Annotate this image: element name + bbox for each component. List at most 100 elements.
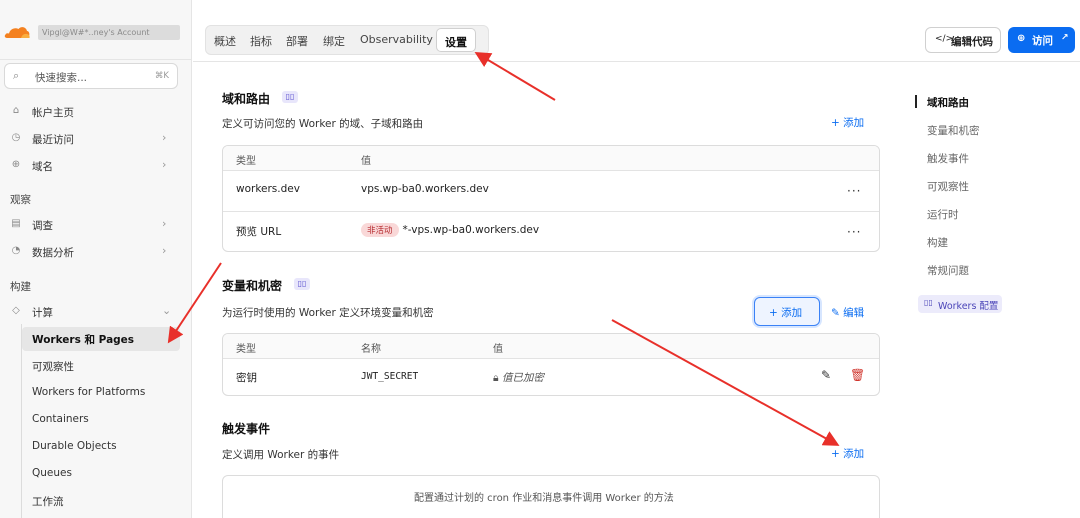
sidebar-item-recent[interactable]: ◷ 最近访问 › <box>0 128 180 150</box>
sidebar-item-investigate[interactable]: ▤ 调查 › <box>0 214 180 236</box>
section-title-variables: 变量和机密 <box>222 279 283 293</box>
column-header: 值 <box>493 344 503 355</box>
edit-label: 编辑 <box>843 307 865 319</box>
column-header: 类型 <box>236 156 256 167</box>
compute-icon: ◇ <box>12 305 20 316</box>
column-header: 类型 <box>236 344 256 355</box>
row-type: 预览 URL <box>236 226 282 238</box>
tab-bindings[interactable]: 绑定 <box>323 33 345 49</box>
docs-icon[interactable]: ▯▯ <box>294 278 310 290</box>
pencil-icon[interactable]: ✎ <box>821 368 831 382</box>
more-options-icon[interactable]: ··· <box>847 225 861 239</box>
search-shortcut: ⌘K <box>154 71 169 81</box>
analytics-icon: ◔ <box>11 245 21 256</box>
toc-active-indicator <box>915 95 917 108</box>
tab-settings[interactable]: 设置 <box>436 28 476 52</box>
chevron-right-icon: › <box>162 131 167 144</box>
tab-metrics[interactable]: 指标 <box>250 33 272 49</box>
row-type: workers.dev <box>236 183 300 195</box>
triggers-empty-state: 配置通过计划的 cron 作业和消息事件调用 Worker 的方法 <box>222 475 880 518</box>
globe-icon: ⊕ <box>1017 33 1026 44</box>
account-name: Vipgl@W#*..ney's Account <box>38 25 180 40</box>
sidebar-subitem-durable-objects[interactable]: Durable Objects <box>22 435 180 459</box>
section-label-build: 构建 <box>10 281 31 293</box>
search-input[interactable]: ⌕ 快速搜索... ⌘K <box>4 63 178 89</box>
workers-config-link[interactable]: ▯▯ Workers 配置 <box>918 295 1002 313</box>
chevron-down-icon: ⌄ <box>162 304 172 317</box>
more-options-icon[interactable]: ··· <box>847 184 861 198</box>
investigate-icon: ▤ <box>11 218 21 229</box>
row-value: 值已加密 <box>501 372 544 384</box>
sidebar-item-analytics[interactable]: ◔ 数据分析 › <box>0 241 180 263</box>
toc-item-triggers[interactable]: 触发事件 <box>927 151 969 166</box>
section-title-domains: 域和路由 <box>222 92 271 106</box>
table-header: 类型 值 <box>223 146 879 170</box>
variables-table: 类型 名称 值 密钥 JWT_SECRET 🔒︎ 值已加密 ✎ 🗑︎ <box>222 333 880 396</box>
subitem-label: 可观察性 <box>32 361 74 373</box>
lock-icon: 🔒︎ <box>493 372 502 384</box>
row-value: *-vps.wp-ba0.workers.dev <box>402 224 540 236</box>
visit-label: 访问 <box>1032 35 1053 47</box>
tab-observability[interactable]: Observability <box>360 33 433 46</box>
toc-item-build[interactable]: 构建 <box>927 235 948 250</box>
sidebar: Vipgl@W#*..ney's Account ⌕ 快速搜索... ⌘K ⌂ … <box>0 0 192 518</box>
workers-config-label: Workers 配置 <box>938 301 999 312</box>
sidebar-subitem-workers-pages[interactable]: Workers 和 Pages <box>22 327 180 351</box>
docs-icon: ▯▯ <box>924 298 933 307</box>
row-value: vps.wp-ba0.workers.dev <box>361 183 489 195</box>
search-icon: ⌕ <box>13 69 20 82</box>
sidebar-subitem-observability[interactable]: 可观察性 <box>22 354 180 378</box>
sidebar-item-label: 调查 <box>32 220 53 232</box>
sidebar-item-label: 最近访问 <box>32 134 74 146</box>
section-desc-variables: 为运行时使用的 Worker 定义环境变量和机密 <box>222 307 434 319</box>
subitem-label: Workers 和 Pages <box>32 334 135 346</box>
toc-item-variables[interactable]: 变量和机密 <box>927 123 980 138</box>
inactive-badge: 非活动 <box>361 223 399 237</box>
sidebar-subitem-queues[interactable]: Queues <box>22 462 180 486</box>
subitem-label: Durable Objects <box>32 440 117 452</box>
toc-item-runtime[interactable]: 运行时 <box>927 207 959 222</box>
search-placeholder: 快速搜索... <box>35 72 88 84</box>
sidebar-subitem-workflows[interactable]: 工作流 <box>22 489 180 513</box>
visit-button[interactable]: ⊕ 访问 ↗ <box>1008 27 1075 53</box>
tab-overview[interactable]: 概述 <box>214 33 236 49</box>
sidebar-subitem-containers[interactable]: Containers <box>22 408 180 432</box>
sidebar-item-compute[interactable]: ◇ 计算 ⌄ <box>0 301 180 323</box>
docs-icon[interactable]: ▯▯ <box>282 91 298 103</box>
toc-item-observability[interactable]: 可观察性 <box>927 179 969 194</box>
sidebar-subitem-workers-for-platforms[interactable]: Workers for Platforms <box>22 381 180 405</box>
chevron-right-icon: › <box>162 244 167 257</box>
column-header: 名称 <box>361 344 381 355</box>
row-type: 密钥 <box>236 372 257 384</box>
column-header: 值 <box>361 156 371 167</box>
row-value-wrap: 🔒︎ 值已加密 <box>493 370 544 385</box>
subitem-label: Containers <box>32 413 89 425</box>
home-icon: ⌂ <box>12 105 20 116</box>
empty-state-text: 配置通过计划的 cron 作业和消息事件调用 Worker 的方法 <box>414 493 674 504</box>
edit-code-label: 编辑代码 <box>951 36 993 48</box>
toc-item-domains[interactable]: 域和路由 <box>927 95 969 110</box>
subitem-label: Queues <box>32 467 72 479</box>
table-row: workers.dev vps.wp-ba0.workers.dev ··· <box>223 170 879 211</box>
toc-item-general[interactable]: 常规问题 <box>927 263 969 278</box>
subitem-label: 工作流 <box>32 496 64 508</box>
tab-deployments[interactable]: 部署 <box>286 33 308 49</box>
chevron-right-icon: › <box>162 158 167 171</box>
section-desc-domains: 定义可访问您的 Worker 的域、子域和路由 <box>222 118 424 130</box>
sidebar-item-account-home[interactable]: ⌂ 帐户主页 <box>0 101 180 123</box>
tab-bar: 概述 指标 部署 绑定 Observability 设置 <box>205 25 489 55</box>
edit-variables-button[interactable]: ✎ 编辑 <box>831 305 864 320</box>
section-title-triggers: 触发事件 <box>222 422 271 436</box>
clock-icon: ◷ <box>11 132 21 143</box>
section-desc-triggers: 定义调用 Worker 的事件 <box>222 449 340 461</box>
add-trigger-button[interactable]: + 添加 <box>831 446 864 461</box>
edit-code-button[interactable]: </> 编辑代码 <box>925 27 1001 53</box>
pencil-icon: ✎ <box>831 307 844 319</box>
add-variable-label: + 添加 <box>769 307 803 319</box>
add-variable-button[interactable]: + 添加 <box>754 297 820 326</box>
trash-icon[interactable]: 🗑︎ <box>850 368 865 382</box>
account-header[interactable]: Vipgl@W#*..ney's Account <box>0 0 192 60</box>
sidebar-item-domains[interactable]: ⊕ 域名 › <box>0 155 180 177</box>
table-row: 密钥 JWT_SECRET 🔒︎ 值已加密 ✎ 🗑︎ <box>223 358 879 395</box>
add-domain-button[interactable]: + 添加 <box>831 115 864 130</box>
